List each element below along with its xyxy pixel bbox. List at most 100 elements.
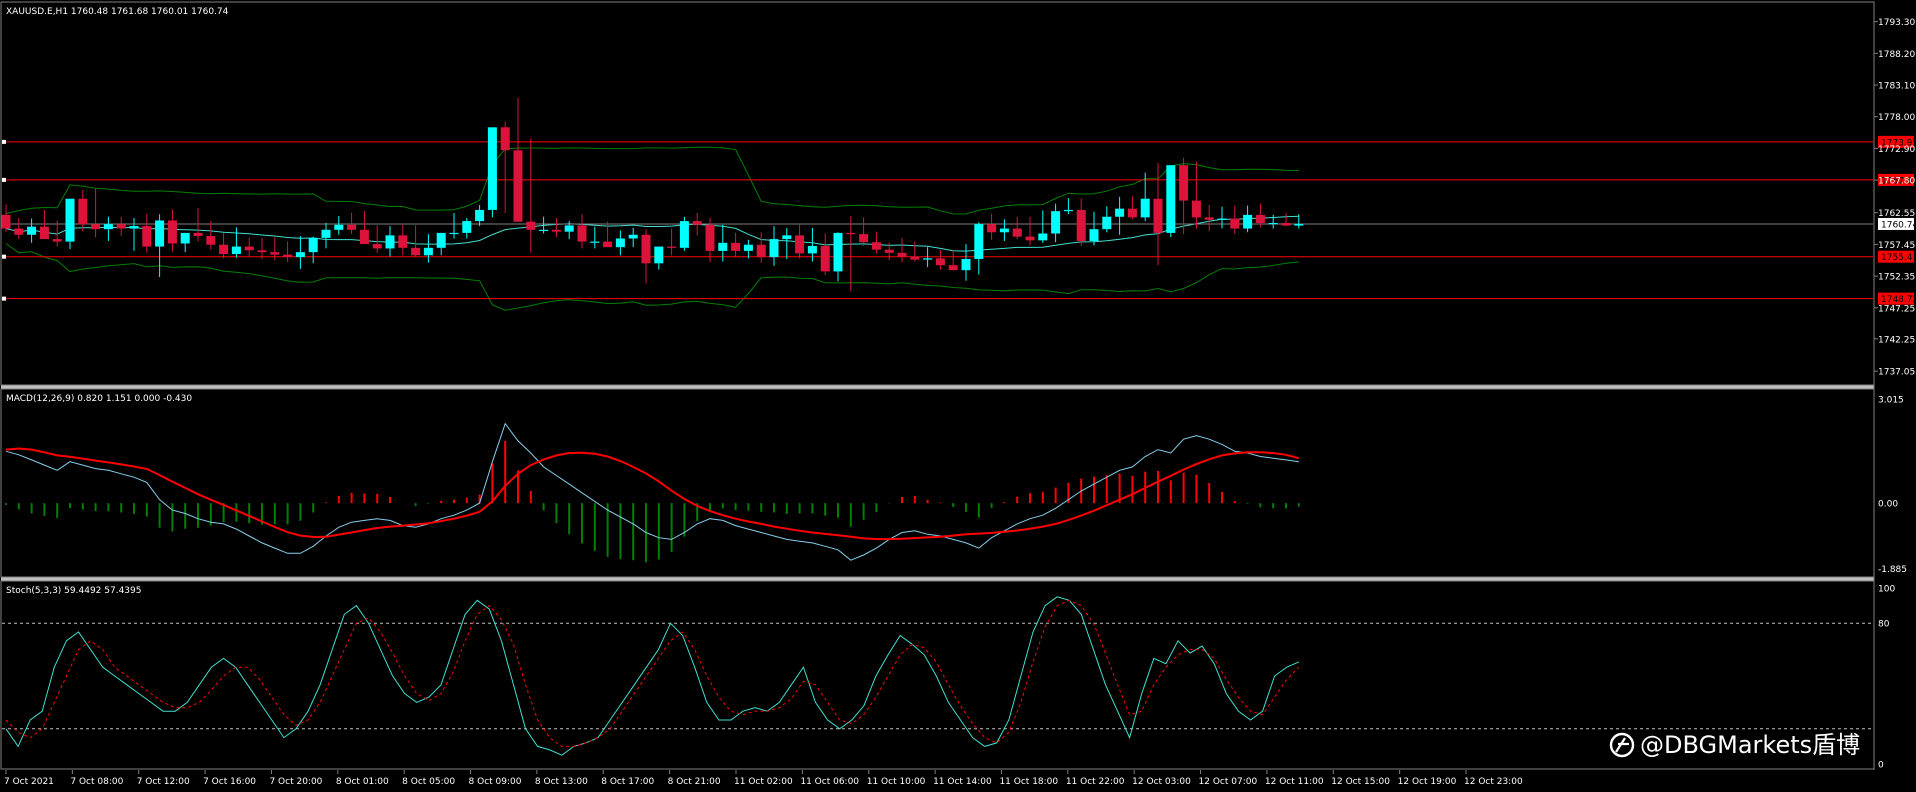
candle-body (743, 244, 753, 251)
time-tick-label: 7 Oct 16:00 (203, 777, 256, 787)
price-tick-label: 1788.20 (1878, 50, 1915, 60)
candle-body (1, 214, 11, 229)
candle-body (65, 198, 75, 242)
candle-body (667, 246, 677, 248)
time-tick-label: 7 Oct 20:00 (269, 777, 322, 787)
candle-body (1051, 211, 1061, 234)
candle-body (52, 239, 62, 242)
candle-body (423, 247, 433, 256)
candle-body (155, 220, 165, 247)
candle-body (1102, 216, 1112, 230)
price-tick-label: 1778.00 (1878, 113, 1915, 123)
time-tick-label: 8 Oct 21:00 (668, 777, 721, 787)
candle-body (654, 246, 664, 264)
candle-body (116, 224, 126, 229)
candle-body (1140, 198, 1150, 218)
candle-body (961, 258, 971, 271)
candle-body (167, 220, 177, 244)
price-tick-label: 1783.10 (1878, 82, 1915, 92)
candle-body (820, 245, 830, 272)
candle-body (1191, 200, 1201, 218)
price-tick-label: 1762.55 (1878, 209, 1915, 219)
level-handle[interactable] (2, 254, 6, 259)
level-handle[interactable] (2, 177, 6, 182)
candle-body (334, 224, 344, 230)
stoch-tick-label: 80 (1878, 620, 1890, 630)
candle-body (359, 229, 369, 245)
candle-body (1063, 209, 1073, 212)
time-tick-label: 11 Oct 02:00 (734, 777, 793, 787)
candle[interactable] (679, 216, 689, 251)
candle-body (436, 232, 446, 248)
price-tick-label: 1747.25 (1878, 304, 1915, 314)
macd-tick-label: -1.885 (1878, 565, 1907, 575)
candle-body (1281, 222, 1291, 226)
time-tick-label: 8 Oct 17:00 (601, 777, 654, 787)
time-tick-label: 12 Oct 11:00 (1265, 777, 1324, 787)
stoch-tick-label: 0 (1878, 761, 1884, 771)
time-tick-label: 11 Oct 10:00 (867, 777, 926, 787)
candle-body (462, 221, 472, 233)
candle-body (295, 252, 305, 258)
candle-body (833, 232, 843, 272)
time-tick-label: 12 Oct 03:00 (1132, 777, 1191, 787)
candle-body (372, 244, 382, 249)
candle-body (1179, 165, 1189, 201)
candle-body (628, 234, 638, 239)
candle[interactable] (1166, 165, 1176, 238)
candle-body (206, 236, 216, 245)
candle-body (692, 221, 702, 225)
candle-body (641, 234, 651, 264)
time-tick-label: 8 Oct 13:00 (535, 777, 588, 787)
time-tick-label: 8 Oct 05:00 (402, 777, 455, 787)
candle-body (897, 252, 907, 257)
candle-body (935, 258, 945, 266)
candle-body (782, 235, 792, 240)
time-tick-label: 11 Oct 22:00 (1066, 777, 1125, 787)
candle-body (1230, 218, 1240, 229)
candle-body (1089, 229, 1099, 241)
watermark-text: @DBGMarkets盾博 (1640, 731, 1860, 759)
candle-body (564, 225, 574, 232)
candle-body (231, 246, 241, 255)
candle[interactable] (487, 127, 497, 218)
candle-body (910, 256, 920, 260)
candle-body (769, 239, 779, 258)
macd-tick-label: 3.015 (1878, 395, 1904, 405)
candle-body (1153, 198, 1163, 233)
candle-body (999, 228, 1009, 233)
time-tick-label: 11 Oct 06:00 (800, 777, 859, 787)
price-tick-label: 1772.90 (1878, 145, 1915, 155)
price-header: XAUUSD.E,H1 1760.48 1761.68 1760.01 1760… (6, 7, 229, 17)
price-tick-label: 1752.35 (1878, 273, 1915, 283)
candle-body (551, 229, 561, 232)
candle-body (449, 232, 459, 235)
candle-body (603, 241, 613, 248)
time-tick-label: 12 Oct 19:00 (1398, 777, 1457, 787)
candle-body (513, 150, 523, 222)
level-handle[interactable] (2, 296, 6, 301)
time-tick-label: 8 Oct 01:00 (336, 777, 389, 787)
candle-body (308, 237, 318, 253)
level-handle[interactable] (2, 139, 6, 144)
candle-body (1294, 223, 1304, 226)
candle[interactable] (65, 198, 75, 250)
candle-body (846, 232, 856, 235)
candle-body (756, 244, 766, 258)
candle-body (539, 229, 549, 231)
candle-body (615, 238, 625, 248)
candle-body (398, 235, 408, 248)
trading-chart[interactable]: 1773.951767.831755.471748.721760.741793.… (0, 0, 1916, 792)
time-tick-label: 7 Oct 2021 (4, 777, 54, 787)
candle-body (1127, 208, 1137, 218)
candle-body (270, 252, 280, 255)
candle-body (91, 224, 101, 230)
candle-body (27, 226, 37, 235)
price-tick-label: 1757.45 (1878, 241, 1915, 251)
stoch-tick-label: 100 (1878, 585, 1895, 595)
candle-body (1012, 228, 1022, 237)
candle-body (219, 244, 229, 255)
price-tick-label: 1742.25 (1878, 335, 1915, 345)
candle-body (1076, 209, 1086, 241)
candle-body (129, 226, 139, 229)
